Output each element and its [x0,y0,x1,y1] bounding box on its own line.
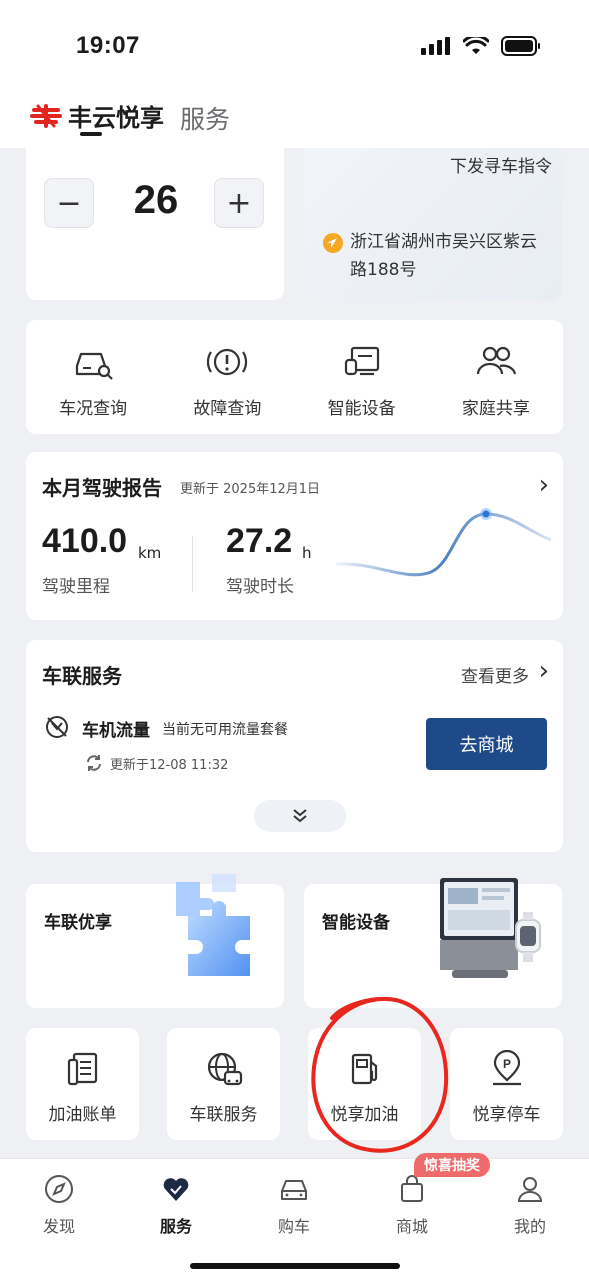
lottery-badge[interactable]: 惊喜抽奖 [414,1153,490,1177]
duration-value: 27.2 [226,522,293,560]
family-icon [476,346,516,375]
promo-card-smart-device[interactable]: 智能设备 [304,878,562,1008]
car-icon [281,1180,307,1200]
promo-card-connected-benefits[interactable]: 车联优享 [26,874,284,1008]
action-label: 智能设备 [327,399,396,419]
increase-button[interactable]: + [214,178,264,228]
car-location: 浙江省湖州市吴兴区紫云路188号 [322,228,542,284]
car-search-icon [76,352,113,380]
chevron-right-icon[interactable]: › [539,656,549,686]
heart-icon [163,1178,189,1201]
smart-device-icon [344,346,379,376]
tab-service[interactable]: 服务 [180,100,230,136]
nav-label: 购车 [277,1217,310,1236]
distance-label: 驾驶里程 [42,577,110,597]
brand[interactable]: 丰云悦享 [28,98,164,133]
decrease-button[interactable]: − [44,178,94,228]
svg-text:P: P [502,1057,510,1071]
driving-trend-sparkline [336,508,552,602]
signal-icon [421,37,450,55]
connected-car-icon [207,1052,242,1086]
duration-label: 驾驶时长 [226,577,294,597]
refresh-icon[interactable] [84,753,104,773]
puzzle-illustration [176,874,250,976]
battery-icon [501,36,540,56]
driving-report-card[interactable]: 本月驾驶报告 更新于 2025年12月1日 › 410.0 km 驾驶里程 27… [26,452,563,620]
quick-actions: 车况查询 故障查询 智能设备 家庭共享 [26,320,563,434]
parking-icon: P [492,1050,521,1086]
location-arrow-icon [323,233,343,253]
location-text: 浙江省湖州市吴兴区紫云路188号 [350,232,537,280]
nav-buy-car[interactable]: 购车 [254,1173,334,1237]
home-indicator [190,1263,400,1269]
smart-display-illustration [440,878,541,978]
data-plan-status: 当前无可用流量套餐 [162,722,288,738]
status-icons [421,36,541,56]
nav-label: 服务 [159,1217,192,1236]
expand-button[interactable] [254,800,346,832]
service-label: 车联服务 [189,1105,258,1125]
telematics-title: 车联服务 [42,664,122,688]
nav-mall[interactable]: 商城 [372,1173,452,1237]
data-plan-name: 车机流量 [82,721,150,741]
service-fuel-bill[interactable]: 加油账单 [26,1028,139,1140]
report-title: 本月驾驶报告 [42,476,162,500]
action-smart-device[interactable]: 智能设备 [295,320,429,434]
distance-value: 410.0 [42,522,128,560]
nav-label: 发现 [42,1217,75,1236]
person-icon [517,1177,543,1202]
action-label: 家庭共享 [461,399,530,419]
status-bar: 19:07 [0,0,589,92]
warning-icon [207,348,248,376]
action-car-status[interactable]: 车况查询 [26,320,160,434]
view-more-link[interactable]: 查看更多 [461,662,529,687]
data-plan-updated: 更新于12-08 11:32 [110,758,229,773]
brand-name: 丰云悦享 [68,104,164,132]
receipt-icon [67,1052,97,1086]
report-updated: 更新于 2025年12月1日 [180,482,321,497]
nav-label: 我的 [513,1217,546,1236]
service-label: 悦享加油 [330,1105,399,1125]
stepper-value: 26 [133,178,179,222]
compass-icon [45,1175,73,1203]
data-plan-icon [46,716,68,738]
service-label: 悦享停车 [472,1105,541,1125]
service-connected[interactable]: 车联服务 [167,1028,280,1140]
action-label: 车况查询 [59,399,128,419]
duration-unit: h [302,544,312,562]
promo-title: 智能设备 [322,913,390,933]
service-parking[interactable]: P 悦享停车 [450,1028,563,1140]
fuel-pump-icon [351,1053,377,1085]
distance-unit: km [138,544,162,562]
stat-divider [192,536,193,592]
action-fault-query[interactable]: 故障查询 [160,320,294,434]
go-shop-button[interactable]: 去商城 [426,718,547,770]
app-header: 丰云悦享 服务 [0,92,589,148]
service-refuel[interactable]: 悦享加油 [308,1028,421,1140]
action-label: 故障查询 [193,399,262,419]
nav-mine[interactable]: 我的 [490,1173,570,1237]
brand-logo-icon [30,103,62,128]
telematics-card: 车联服务 查看更多 › 车机流量 当前无可用流量套餐 更新于12-08 11:3… [26,640,563,852]
nav-label: 商城 [395,1217,428,1236]
nav-service[interactable]: 服务 [136,1173,216,1237]
wifi-icon [463,37,489,54]
active-tab-indicator [80,132,102,136]
nav-discover[interactable]: 发现 [19,1173,99,1237]
bag-icon [401,1175,423,1202]
stepper-card: − 26 + [26,148,284,300]
main-content[interactable]: − 26 + 下发寻车指令 浙江省湖州市吴兴区紫云路188号 车况查询 故障查询… [0,148,589,1158]
chevron-double-down-icon [293,809,307,823]
find-car-command[interactable]: 下发寻车指令 [450,152,552,177]
promo-title: 车联优享 [44,913,112,933]
action-family-share[interactable]: 家庭共享 [429,320,563,434]
service-label: 加油账单 [48,1105,117,1125]
status-time: 19:07 [76,32,140,59]
bottom-nav: 发现 服务 购车 商城 我的 惊喜抽奖 [0,1153,589,1280]
find-car-card[interactable]: 下发寻车指令 浙江省湖州市吴兴区紫云路188号 [304,148,562,300]
